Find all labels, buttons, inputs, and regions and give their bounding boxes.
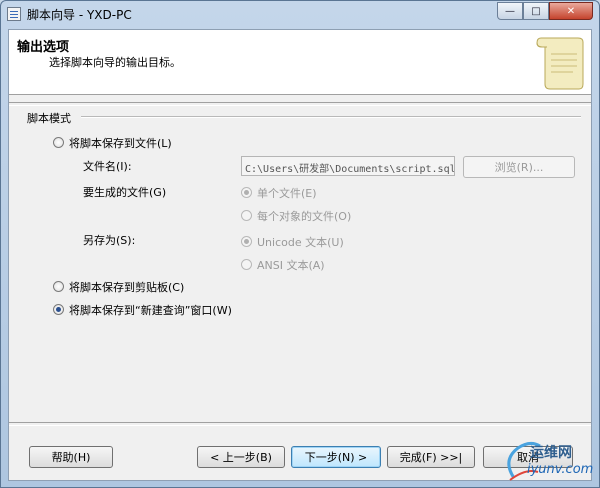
radio-unicode-text[interactable]	[241, 236, 252, 247]
label-save-to-file[interactable]: 将脚本保存到文件(L)	[69, 135, 172, 151]
header-separator	[9, 102, 591, 106]
label-files-to-generate: 要生成的文件(G)	[83, 186, 167, 199]
radio-save-to-file[interactable]	[53, 137, 64, 148]
minimize-button[interactable]: —	[497, 2, 523, 20]
minimize-icon: —	[505, 5, 515, 17]
label-file-name: 文件名(I):	[83, 160, 132, 173]
radio-save-to-new-query-window[interactable]	[53, 304, 64, 315]
label-save-to-new-query-window[interactable]: 将脚本保存到“新建查询”窗口(W)	[69, 302, 232, 318]
radio-save-to-clipboard[interactable]	[53, 281, 64, 292]
close-icon: ✕	[566, 5, 576, 17]
group-divider	[81, 116, 581, 118]
label-save-to-clipboard[interactable]: 将脚本保存到剪贴板(C)	[69, 279, 184, 295]
scroll-icon	[536, 37, 584, 90]
footer-separator	[9, 422, 591, 426]
maximize-icon: □	[531, 5, 541, 17]
wizard-window: 脚本向导 - YXD-PC — □ ✕ 输出选项 选择脚本向导的输出目标。 脚本…	[0, 0, 600, 488]
label-single-file[interactable]: 单个文件(E)	[257, 185, 317, 201]
wizard-client-area: 输出选项 选择脚本向导的输出目标。 脚本模式 将脚本保存到文件(L) 文件名(I…	[8, 29, 592, 481]
label-file-per-object[interactable]: 每个对象的文件(O)	[257, 208, 351, 224]
label-unicode-text[interactable]: Unicode 文本(U)	[257, 234, 344, 250]
page-subtitle: 选择脚本向导的输出目标。	[49, 56, 181, 69]
window-controls: — □ ✕	[497, 2, 593, 21]
watermark-text-cn: 运维网	[530, 445, 572, 461]
label-save-as: 另存为(S):	[83, 234, 136, 247]
next-button[interactable]: 下一步(N) >	[291, 446, 381, 468]
group-label-script-mode: 脚本模式	[27, 112, 71, 125]
browse-button[interactable]: 浏览(R)...	[463, 156, 575, 178]
app-icon	[7, 7, 21, 21]
title-bar[interactable]: 脚本向导 - YXD-PC — □ ✕	[1, 1, 599, 27]
radio-single-file[interactable]	[241, 187, 252, 198]
radio-file-per-object[interactable]	[241, 210, 252, 221]
wizard-header: 输出选项 选择脚本向导的输出目标。	[9, 30, 591, 95]
radio-ansi-text[interactable]	[241, 259, 252, 270]
file-name-input[interactable]: C:\Users\研发部\Documents\script.sql	[241, 156, 455, 176]
close-button[interactable]: ✕	[549, 2, 593, 20]
window-title: 脚本向导 - YXD-PC	[27, 8, 132, 22]
finish-button[interactable]: 完成(F) >>|	[387, 446, 475, 468]
watermark-text-url: iyunv.com	[527, 462, 594, 477]
help-button[interactable]: 帮助(H)	[29, 446, 113, 468]
label-ansi-text[interactable]: ANSI 文本(A)	[257, 257, 325, 273]
page-title: 输出选项	[17, 40, 70, 55]
maximize-button[interactable]: □	[523, 2, 549, 20]
back-button[interactable]: < 上一步(B)	[197, 446, 285, 468]
